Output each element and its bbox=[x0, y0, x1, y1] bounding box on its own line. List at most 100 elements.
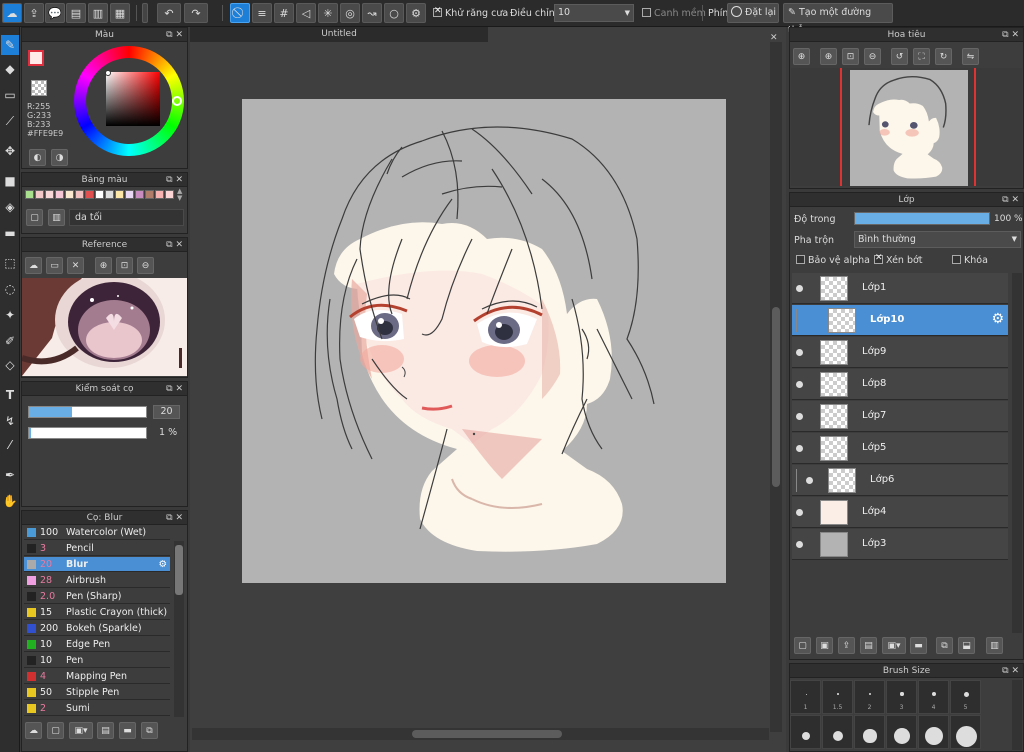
visibility-eye-icon[interactable] bbox=[796, 381, 803, 388]
brush-size-cell[interactable] bbox=[822, 715, 853, 749]
reset-button[interactable]: Đặt lại bbox=[727, 3, 779, 23]
brush-size-cell[interactable] bbox=[918, 715, 949, 749]
comment-icon[interactable]: 💬 bbox=[45, 3, 65, 23]
brush-item[interactable]: 50 Stipple Pen bbox=[24, 685, 170, 700]
palette-swatch[interactable] bbox=[35, 190, 44, 199]
eyedropper-tool-icon[interactable]: ⁄ bbox=[1, 435, 19, 455]
layer-row[interactable]: Lớp7 bbox=[792, 401, 1008, 432]
hue-picker-handle[interactable] bbox=[172, 96, 182, 106]
smudge-tool-icon[interactable]: ⟋ bbox=[1, 111, 19, 131]
brush-settings-icon[interactable]: ▤ bbox=[97, 722, 114, 739]
panel-controls-icon[interactable]: ⧉ ✕ bbox=[1002, 664, 1019, 678]
panel-controls-icon[interactable]: ⧉ ✕ bbox=[1002, 28, 1019, 42]
document-icon[interactable]: ▥ bbox=[88, 3, 108, 23]
select-pen-tool-icon[interactable]: ✐ bbox=[1, 331, 19, 351]
brush-item[interactable]: 10 Pen bbox=[24, 653, 170, 668]
snap-grid-icon[interactable]: # bbox=[274, 3, 294, 23]
brush-item[interactable]: 3 Pencil bbox=[24, 541, 170, 556]
brush-size-cell[interactable]: 3 bbox=[886, 680, 917, 714]
visibility-eye-icon[interactable] bbox=[796, 509, 803, 516]
divide-tool-icon[interactable]: ↯ bbox=[1, 411, 19, 431]
clipping-checkbox[interactable]: Xén bớt bbox=[874, 253, 923, 266]
undo-icon[interactable]: ↶ bbox=[157, 3, 181, 23]
brush-item[interactable]: 100 Watercolor (Wet) bbox=[24, 525, 170, 540]
magic-wand-tool-icon[interactable]: ✦ bbox=[1, 305, 19, 325]
protect-alpha-checkbox[interactable]: Bảo vệ alpha bbox=[796, 255, 870, 266]
drawing-canvas[interactable] bbox=[242, 99, 726, 583]
fill-rect-tool-icon[interactable]: ■ bbox=[1, 171, 19, 191]
move-tool-icon[interactable]: ✥ bbox=[1, 141, 19, 161]
hand-tool-icon[interactable]: ✋ bbox=[1, 491, 19, 511]
brush-size-cell[interactable] bbox=[854, 715, 885, 749]
rectangle-tool-icon[interactable]: ▭ bbox=[1, 85, 19, 105]
gradient-tool-icon[interactable]: ▬ bbox=[1, 223, 19, 243]
panel-controls-icon[interactable]: ⧉ ✕ bbox=[166, 28, 183, 42]
panel-controls-icon[interactable]: ⧉ ✕ bbox=[166, 238, 183, 252]
sv-picker-handle[interactable] bbox=[105, 70, 111, 76]
nav-zoom-in-icon[interactable]: ⊕ bbox=[793, 48, 810, 65]
duplicate-brush-icon[interactable]: ⧉ bbox=[141, 722, 158, 739]
new-brush-icon[interactable]: ▢ bbox=[47, 722, 64, 739]
visibility-eye-icon[interactable] bbox=[796, 285, 803, 292]
rotate-right-icon[interactable]: ↻ bbox=[935, 48, 952, 65]
snap-off-icon[interactable]: ⃠ bbox=[230, 3, 250, 23]
straight-line-button[interactable]: ✎ Tạo một đường thẳng bbox=[783, 3, 893, 36]
app-menu-icon[interactable]: ☁ bbox=[2, 3, 22, 23]
text-tool-icon[interactable]: T bbox=[1, 385, 19, 405]
canvas-vscroll[interactable] bbox=[770, 42, 782, 732]
panel-controls-icon[interactable]: ⧉ ✕ bbox=[1002, 193, 1019, 207]
canvas-hscroll[interactable] bbox=[192, 728, 769, 740]
layer-list-scrollbar[interactable] bbox=[1012, 273, 1022, 633]
palette-scroll-icon[interactable]: ▲ ▼ bbox=[177, 188, 182, 202]
visibility-eye-icon[interactable] bbox=[796, 413, 803, 420]
blend-mode-select[interactable]: Bình thường ▼ bbox=[854, 231, 1021, 248]
layer-row[interactable]: Lớp8 bbox=[792, 369, 1008, 400]
snap-curve-icon[interactable]: ↝ bbox=[362, 3, 382, 23]
rotate-left-icon[interactable]: ↺ bbox=[891, 48, 908, 65]
nav-zoom-in-2-icon[interactable]: ⊕ bbox=[820, 48, 837, 65]
delete-palette-icon[interactable]: ▥ bbox=[48, 209, 65, 226]
layer-opacity-slider[interactable] bbox=[854, 212, 990, 225]
zoom-in-icon[interactable]: ⊕ bbox=[95, 257, 112, 274]
brush-size-value[interactable]: 20 bbox=[153, 405, 180, 419]
fit-screen-icon[interactable]: ⛶ bbox=[913, 48, 930, 65]
palette-swatch[interactable] bbox=[135, 190, 144, 199]
brush-item[interactable]: 2.0 Pen (Sharp) bbox=[24, 589, 170, 604]
brush-folder-icon[interactable]: ▬ bbox=[119, 722, 136, 739]
brush-list-scrollbar[interactable] bbox=[174, 541, 184, 717]
chat-icon[interactable]: ▤ bbox=[66, 3, 86, 23]
layer-row[interactable]: Lớp5 bbox=[792, 433, 1008, 464]
visibility-eye-icon[interactable] bbox=[796, 541, 803, 548]
merge-layer-icon[interactable]: ⬓ bbox=[958, 637, 975, 654]
soft-edge-checkbox[interactable]: Canh mềm bbox=[642, 8, 706, 19]
nav-fit-icon[interactable]: ⊡ bbox=[842, 48, 859, 65]
palette-swatch[interactable] bbox=[165, 190, 174, 199]
snap-settings-icon[interactable]: ⚙ bbox=[406, 3, 426, 23]
close-reference-icon[interactable]: ✕ bbox=[67, 257, 84, 274]
brush-size-cell[interactable] bbox=[790, 715, 821, 749]
palette-swatch[interactable] bbox=[145, 190, 154, 199]
visibility-eye-icon[interactable] bbox=[796, 349, 803, 356]
new-layer-2-icon[interactable]: ▣ bbox=[816, 637, 833, 654]
brush-item[interactable]: 4 Mapping Pen bbox=[24, 669, 170, 684]
lock-checkbox[interactable]: Khóa bbox=[952, 255, 988, 266]
layer-row[interactable]: Lớp3 bbox=[792, 529, 1008, 560]
brush-item[interactable]: 15 Plastic Crayon (thick) bbox=[24, 605, 170, 620]
redo-icon[interactable]: ↷ bbox=[184, 3, 208, 23]
halftone-layer-icon[interactable]: ▤ bbox=[860, 637, 877, 654]
folder-open-icon[interactable]: ▭ bbox=[46, 257, 63, 274]
brush-opacity-slider[interactable] bbox=[28, 427, 147, 439]
select-eraser-tool-icon[interactable]: ◇ bbox=[1, 355, 19, 375]
bucket-tool-icon[interactable]: ◈ bbox=[1, 197, 19, 217]
delete-layer-icon[interactable]: ▥ bbox=[986, 637, 1003, 654]
export-icon[interactable]: ⇪ bbox=[24, 3, 44, 23]
palette-swatch[interactable] bbox=[75, 190, 84, 199]
saturation-value-square[interactable] bbox=[106, 72, 160, 126]
flip-horizontal-icon[interactable]: ⇋ bbox=[962, 48, 979, 65]
palette-swatch[interactable] bbox=[25, 190, 34, 199]
palette-swatch[interactable] bbox=[85, 190, 94, 199]
palette-swatch[interactable] bbox=[45, 190, 54, 199]
palette-swatch[interactable] bbox=[65, 190, 74, 199]
snap-radial-icon[interactable]: ✳ bbox=[318, 3, 338, 23]
brush-size-cell[interactable]: 2 bbox=[854, 680, 885, 714]
